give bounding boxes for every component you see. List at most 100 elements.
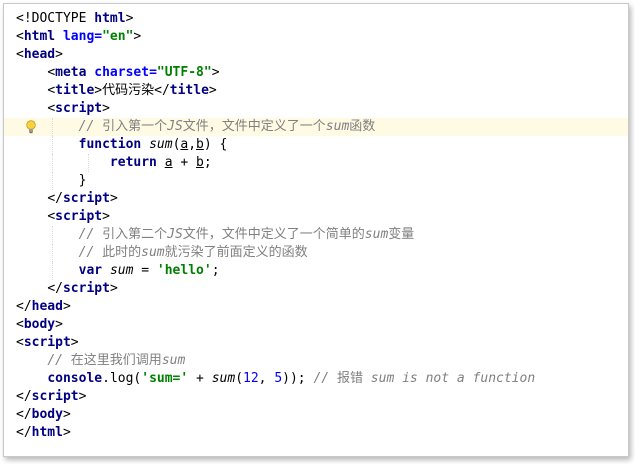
code-token: sum <box>364 227 389 242</box>
code-token: > <box>62 407 71 422</box>
code-token: > <box>109 191 118 206</box>
code-line[interactable]: <html lang="en"> <box>4 28 628 46</box>
code-token: body <box>31 407 63 422</box>
code-token: < <box>16 29 24 44</box>
code-token: > <box>55 317 63 332</box>
code-line[interactable]: <script> <box>4 334 628 352</box>
code-line[interactable]: </html> <box>4 424 628 442</box>
indent-guide <box>52 262 54 280</box>
code-token: script <box>62 191 110 206</box>
code-line[interactable]: // 引入第一个JS文件，文件中定义了一个sum函数 <box>4 118 628 136</box>
code-token: sum <box>161 353 186 368</box>
code-token: "UTF-8" <box>156 65 212 80</box>
code-token: < <box>47 65 56 80</box>
code-token: > <box>62 425 71 440</box>
code-token: </ <box>154 83 170 98</box>
code-token: ; <box>211 263 220 278</box>
code-token: head <box>23 47 56 62</box>
code-token: console <box>47 371 103 386</box>
code-token: < <box>16 317 24 332</box>
code-token: b <box>196 137 204 152</box>
code-token: 'sum=' <box>141 371 189 386</box>
code-token: sum <box>211 371 236 386</box>
code-token: return <box>109 155 165 170</box>
code-token: > <box>62 299 71 314</box>
indent-guide <box>52 244 54 262</box>
code-token: // <box>78 119 103 134</box>
code-line[interactable]: <!DOCTYPE html> <box>4 10 628 28</box>
code-line[interactable]: } <box>4 172 628 190</box>
code-line[interactable]: return a + b; <box>4 154 628 172</box>
code-token: > <box>94 83 103 98</box>
code-editor[interactable]: <!DOCTYPE html> <html lang="en"> <head> <m… <box>4 10 628 442</box>
code-token: < <box>16 47 24 62</box>
code-token: script <box>55 101 103 116</box>
indent-guide <box>88 154 90 172</box>
code-token: body <box>23 317 56 332</box>
code-token: < <box>47 101 56 116</box>
code-token: + <box>172 155 197 170</box>
code-token: head <box>31 299 63 314</box>
code-line[interactable]: <script> <box>4 208 628 226</box>
code-line[interactable]: console.log('sum=' + sum(12, 5)); // 报错 … <box>4 370 628 388</box>
code-token: > <box>211 65 220 80</box>
code-token: </ <box>47 191 63 206</box>
indent-guide <box>52 136 54 154</box>
code-token: < <box>16 335 24 350</box>
code-token: charset= <box>94 65 157 80</box>
code-token: 12 <box>243 371 259 386</box>
code-line[interactable]: function sum(a,b) { <box>4 136 628 154</box>
code-editor-window: <!DOCTYPE html> <html lang="en"> <head> <m… <box>3 3 629 457</box>
code-token: > <box>133 29 142 44</box>
code-token: 就污染了前面定义的函数 <box>164 245 308 260</box>
code-line[interactable]: <title>代码污染</title> <box>4 82 628 100</box>
code-line[interactable]: <body> <box>4 316 628 334</box>
indent-guide <box>52 154 54 172</box>
code-line[interactable]: // 此时的sum就污染了前面定义的函数 <box>4 244 628 262</box>
code-token: html <box>94 11 126 26</box>
code-line[interactable]: <script> <box>4 100 628 118</box>
code-line[interactable]: </script> <box>4 190 628 208</box>
code-token: html <box>31 425 63 440</box>
code-token: 此时的 <box>102 245 142 260</box>
code-token: sum <box>109 263 134 278</box>
code-line[interactable]: <head> <box>4 46 628 64</box>
code-line[interactable]: </script> <box>4 388 628 406</box>
code-line[interactable]: <meta charset="UTF-8"> <box>4 64 628 82</box>
code-token: ( <box>235 371 244 386</box>
code-line[interactable]: // 在这里我们调用sum <box>4 352 628 370</box>
code-token: > <box>78 389 87 404</box>
code-token: 'hello' <box>156 263 212 278</box>
code-token: </ <box>16 407 32 422</box>
code-line[interactable]: var sum = 'hello'; <box>4 262 628 280</box>
code-token: sum <box>325 119 350 134</box>
code-token: < <box>47 209 56 224</box>
code-token: ) { <box>203 137 228 152</box>
code-line[interactable]: </head> <box>4 298 628 316</box>
code-token: </ <box>16 425 32 440</box>
code-token: // <box>78 227 103 242</box>
lightbulb-icon[interactable] <box>26 120 36 134</box>
code-token: JS <box>167 119 183 134</box>
code-line[interactable]: // 引入第二个JS文件，文件中定义了一个简单的sum变量 <box>4 226 628 244</box>
code-token: 在这里我们调用 <box>70 353 162 368</box>
code-token: 文件，文件中定义了一个简单的 <box>182 227 365 242</box>
code-token: script <box>62 281 110 296</box>
code-token: 文件，文件中定义了一个 <box>182 119 326 134</box>
indent-guide <box>52 118 54 136</box>
code-line[interactable]: </script> <box>4 280 628 298</box>
code-token: </ <box>47 281 63 296</box>
code-line[interactable]: </body> <box>4 406 628 424</box>
code-token: sum is not a function <box>362 371 536 386</box>
code-token: sum <box>141 245 165 260</box>
code-token: // <box>47 353 71 368</box>
code-token: > <box>102 209 110 224</box>
code-token: </ <box>16 389 32 404</box>
